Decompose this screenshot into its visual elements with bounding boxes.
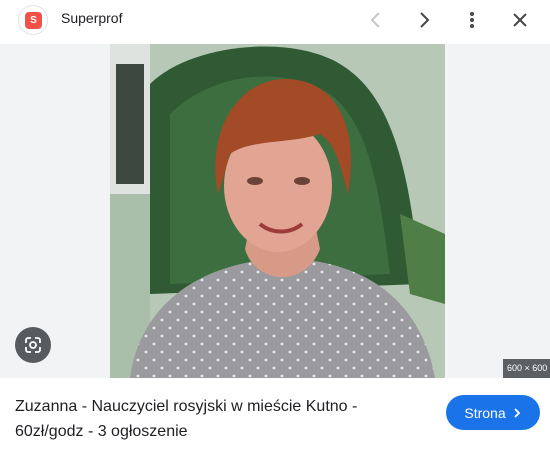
viewer-header: S Superprof (0, 0, 550, 44)
logo-letter: S (30, 15, 37, 26)
close-button[interactable] (506, 6, 534, 34)
google-lens-button[interactable] (15, 327, 51, 363)
image-viewer: 600 × 600 (0, 44, 550, 378)
site-favicon: S (18, 5, 48, 35)
superprof-logo-icon: S (25, 12, 42, 29)
chevron-left-icon (370, 12, 380, 28)
chevron-right-icon (420, 12, 430, 28)
more-options-button[interactable] (458, 6, 486, 34)
next-button[interactable] (410, 6, 438, 34)
visit-label: Strona (464, 404, 506, 421)
more-vert-icon (470, 12, 474, 28)
chevron-right-icon (513, 407, 520, 418)
previous-button[interactable] (362, 6, 390, 34)
close-icon (513, 13, 527, 27)
visit-page-button[interactable]: Strona (446, 395, 540, 430)
result-title[interactable]: Zuzanna - Nauczyciel rosyjski w mieście … (15, 394, 415, 444)
portrait-photo (110, 44, 445, 378)
preview-image[interactable] (110, 44, 445, 378)
google-lens-icon (25, 337, 41, 353)
image-dimensions: 600 × 600 (503, 359, 550, 378)
site-name[interactable]: Superprof (61, 10, 122, 26)
